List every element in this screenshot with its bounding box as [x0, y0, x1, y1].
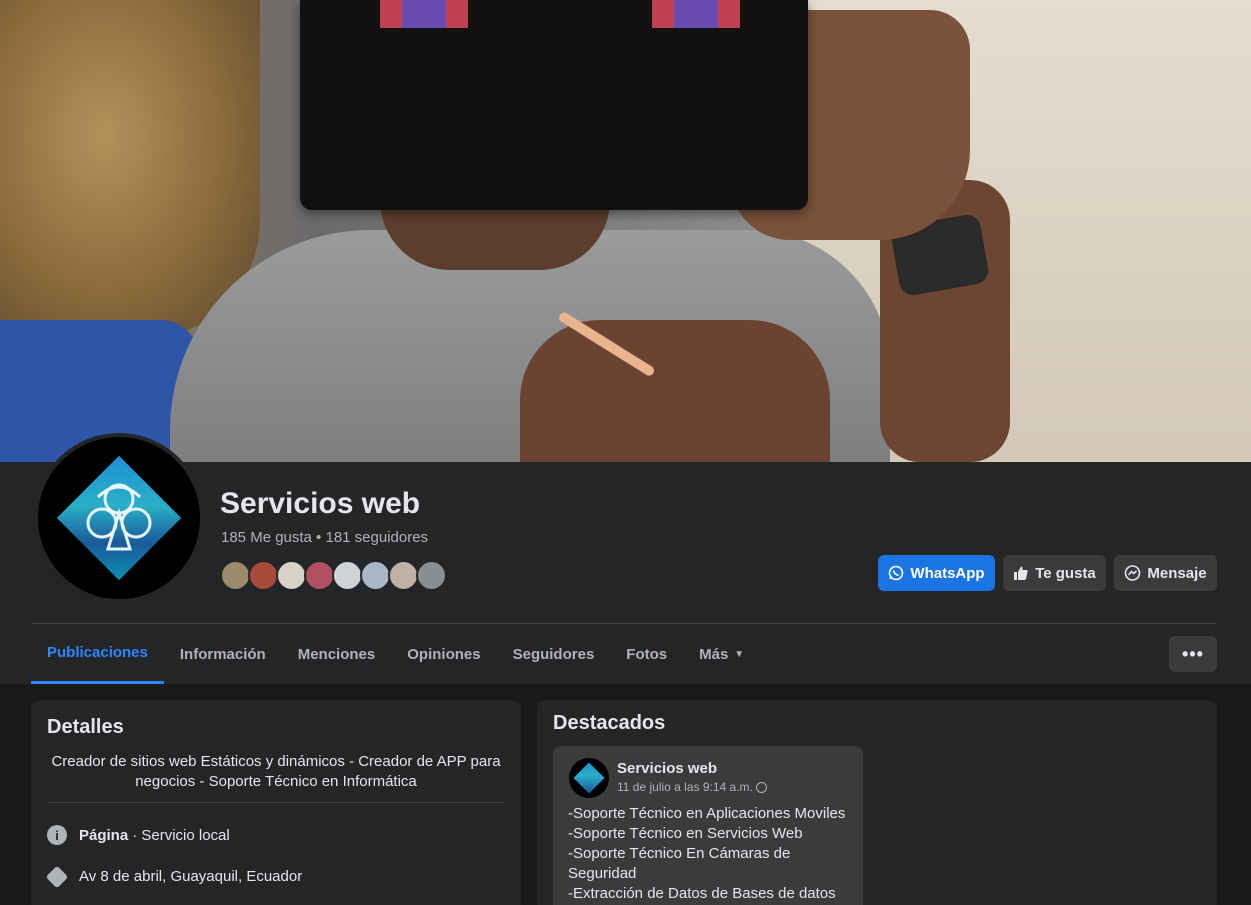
cover-hand-writing	[520, 320, 830, 462]
highlighted-post[interactable]: Servicios web 11 de julio a las 9:14 a.m…	[553, 746, 863, 905]
category-label: Página	[79, 826, 129, 844]
highlights-card: Destacados Servicios web 11 de julio a l…	[537, 700, 1217, 905]
tab-opiniones[interactable]: Opiniones	[391, 624, 496, 684]
details-card: Detalles Creador de sitios web Estáticos…	[31, 700, 521, 905]
page-bio: Creador de sitios web Estáticos y dinámi…	[51, 753, 501, 790]
like-button[interactable]: Te gusta	[1003, 555, 1106, 591]
page-title: Servicios web	[220, 487, 421, 520]
cover-photo[interactable]	[0, 0, 1251, 462]
info-icon: i	[47, 825, 67, 845]
whatsapp-icon	[889, 565, 904, 581]
cover-neck	[380, 200, 610, 270]
globe-icon	[755, 781, 767, 793]
details-heading: Detalles	[47, 716, 124, 738]
follower-avatar[interactable]	[304, 560, 335, 591]
post-line: -Soporte Técnico en Servicios Web	[568, 825, 803, 842]
post-line: -Soporte Técnico en Aplicaciones Moviles	[568, 805, 846, 822]
post-line: -Extracción de Datos de Bases de datos	[568, 885, 836, 902]
address-text: Av 8 de abril, Guayaquil, Ecuador	[79, 868, 303, 885]
cover-hair	[0, 0, 260, 340]
whatsapp-button[interactable]: WhatsApp	[878, 555, 995, 591]
tab-seguidores[interactable]: Seguidores	[497, 624, 611, 684]
whatsapp-label: WhatsApp	[910, 564, 985, 582]
page-tabs: Publicaciones Información Menciones Opin…	[31, 624, 760, 684]
more-options-button[interactable]: •••	[1169, 636, 1217, 672]
tab-menciones[interactable]: Menciones	[282, 624, 392, 684]
post-line: -Soporte Técnico En Cámaras de Seguridad	[568, 845, 791, 882]
address-row[interactable]: Av 8 de abril, Guayaquil, Ecuador	[45, 865, 303, 888]
post-text: -Soporte Técnico en Aplicaciones Moviles…	[568, 804, 858, 904]
post-date-text: 11 de julio a las 9:14 a.m.	[617, 780, 753, 794]
follower-avatar[interactable]	[388, 560, 419, 591]
page-stats[interactable]: 185 Me gusta • 181 seguidores	[221, 529, 428, 546]
details-divider	[47, 802, 505, 803]
caret-down-icon: ▼	[734, 648, 745, 660]
category-value: · Servicio local	[132, 826, 230, 844]
like-label: Te gusta	[1035, 564, 1096, 582]
tab-mas[interactable]: Más ▼	[683, 624, 760, 684]
follower-avatar[interactable]	[360, 560, 391, 591]
thumbs-up-icon	[1014, 566, 1028, 580]
follower-avatar[interactable]	[276, 560, 307, 591]
follower-avatar[interactable]	[332, 560, 363, 591]
tab-publicaciones[interactable]: Publicaciones	[31, 624, 164, 684]
cover-board	[300, 0, 808, 210]
page-avatar[interactable]	[34, 433, 204, 603]
celtic-knot-logo	[86, 483, 152, 551]
follower-avatar[interactable]	[220, 560, 251, 591]
post-author[interactable]: Servicios web	[617, 760, 717, 777]
follower-avatar[interactable]	[416, 560, 447, 591]
follower-avatar[interactable]	[248, 560, 279, 591]
post-date[interactable]: 11 de julio a las 9:14 a.m.	[617, 780, 767, 794]
tab-informacion[interactable]: Información	[164, 624, 282, 684]
post-avatar[interactable]	[569, 758, 609, 798]
tab-fotos[interactable]: Fotos	[610, 624, 683, 684]
tab-mas-label: Más	[699, 645, 729, 663]
messenger-icon	[1125, 564, 1141, 581]
category-row: i Página · Servicio local	[47, 825, 230, 845]
highlights-heading: Destacados	[553, 712, 666, 734]
message-button[interactable]: Mensaje	[1114, 555, 1217, 591]
directions-icon	[45, 865, 69, 888]
follower-faces[interactable]	[220, 560, 447, 591]
message-label: Mensaje	[1147, 564, 1207, 582]
